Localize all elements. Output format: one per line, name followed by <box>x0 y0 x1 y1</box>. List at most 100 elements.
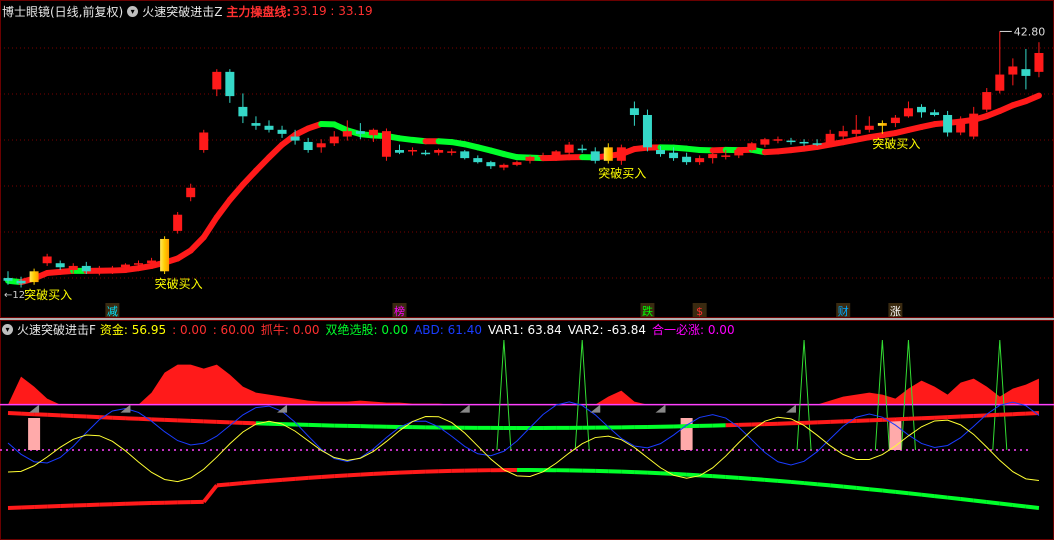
kline-chart[interactable]: 突破买入突破买入突破买入突破买入42.80←12减榜跌 $ 财涨 <box>0 0 1054 318</box>
buy-signal-label: 突破买入 <box>598 166 646 181</box>
candle-body <box>107 268 117 271</box>
candle-body <box>395 150 404 153</box>
band-lower <box>882 488 896 494</box>
chevron-down-icon[interactable]: ▾ <box>2 323 13 335</box>
candle-body <box>656 150 665 155</box>
candle-body <box>642 114 652 148</box>
band-lower <box>216 482 231 488</box>
main-ma-segment <box>1022 92 1042 105</box>
candle-body <box>995 74 1005 91</box>
candle-body <box>212 71 222 90</box>
buy-signal-label: 突破买入 <box>155 276 203 291</box>
band-lower <box>973 498 987 504</box>
candle-body <box>42 256 52 264</box>
main-ma-segment <box>213 196 233 221</box>
indicator-chart[interactable] <box>0 318 1054 540</box>
candle-body <box>264 125 274 130</box>
candle-body <box>199 132 209 151</box>
band-lower <box>934 494 948 500</box>
main-ma-segment <box>226 181 246 203</box>
candle-body <box>773 139 783 141</box>
candle-body <box>173 214 183 231</box>
band-upper <box>908 416 922 421</box>
band-upper <box>73 413 87 419</box>
candle-body <box>238 106 248 117</box>
band-lower <box>999 501 1014 507</box>
indicator-value-4: 双绝选股: 0.00 <box>325 322 409 337</box>
band-lower <box>712 474 726 479</box>
candle-body <box>538 155 548 157</box>
indicator-value-5: ABD: 61.40 <box>414 322 482 337</box>
band-upper <box>999 412 1013 417</box>
candle-body <box>94 269 104 272</box>
band-upper <box>60 413 74 418</box>
band-lower <box>816 482 831 488</box>
event-marker-label: 财 <box>838 304 849 318</box>
buy-signal-label: 突破买入 <box>24 287 72 302</box>
candle-body <box>864 125 874 130</box>
candle-body <box>838 131 848 137</box>
marker-triangle <box>120 404 131 413</box>
candle-body <box>969 113 979 137</box>
marker-triangle <box>29 404 40 413</box>
candle-body <box>225 71 235 97</box>
band-lower <box>360 471 374 477</box>
main-line-label: 主力操盘线: <box>226 4 292 19</box>
candle-body <box>629 108 639 115</box>
band-lower <box>242 479 257 486</box>
candle-body <box>421 152 431 155</box>
band-upper <box>947 414 961 420</box>
indicator-value-6: VAR1: 63.84 <box>487 322 562 337</box>
candle-body <box>512 162 522 165</box>
main-line-values: 33.19 : 33.19 <box>292 4 373 18</box>
indicator-value-8: 合一必涨: 0.00 <box>652 322 735 337</box>
candle-body <box>160 238 170 272</box>
band-lower <box>294 475 309 481</box>
candle-body <box>147 260 157 264</box>
signal-spike <box>574 339 590 451</box>
band-lower <box>1025 504 1040 510</box>
candle-body <box>551 151 561 156</box>
sub-indicator-name[interactable]: 火速突破进击F <box>17 321 96 338</box>
band-lower <box>764 477 779 483</box>
candle-body <box>825 133 835 146</box>
marker-triangle <box>277 404 288 413</box>
candle-body <box>186 187 196 198</box>
chevron-down-icon[interactable]: ▾ <box>127 5 139 17</box>
band-upper <box>895 416 909 422</box>
band-upper <box>86 414 100 420</box>
band-upper <box>960 413 974 419</box>
band-lower <box>986 499 1001 506</box>
band-upper <box>1012 411 1026 417</box>
band-upper <box>151 417 165 422</box>
band-upper <box>177 418 191 423</box>
band-upper <box>47 412 61 418</box>
signal-spike <box>496 339 512 451</box>
buy-signal-label: 突破买入 <box>872 136 920 151</box>
main-ma-segment <box>200 214 220 241</box>
band-lower <box>777 478 792 484</box>
band-upper <box>190 418 204 424</box>
candle-body <box>734 150 744 156</box>
left-edge-label: ←12 <box>4 290 25 301</box>
candle-body <box>1034 52 1044 72</box>
indicator-value-2: : 60.00 <box>212 322 255 337</box>
candle-body <box>55 263 65 268</box>
band-lower <box>347 472 361 478</box>
candle-body <box>577 148 587 151</box>
main-indicator-name[interactable]: 火速突破进击Z <box>142 3 222 20</box>
event-marker-label: $ <box>696 305 703 318</box>
band-upper <box>20 411 35 417</box>
band-lower <box>321 474 335 479</box>
marker-triangle <box>459 404 470 413</box>
band-lower <box>255 478 270 484</box>
band-upper <box>921 415 935 421</box>
candle-body <box>590 151 600 161</box>
candle-body <box>695 158 705 163</box>
candle-body <box>616 147 626 161</box>
band-lower <box>921 492 935 499</box>
event-marker-label: 减 <box>107 305 118 318</box>
band-upper <box>34 412 48 417</box>
band-lower <box>686 472 700 478</box>
band-lower <box>843 484 857 490</box>
